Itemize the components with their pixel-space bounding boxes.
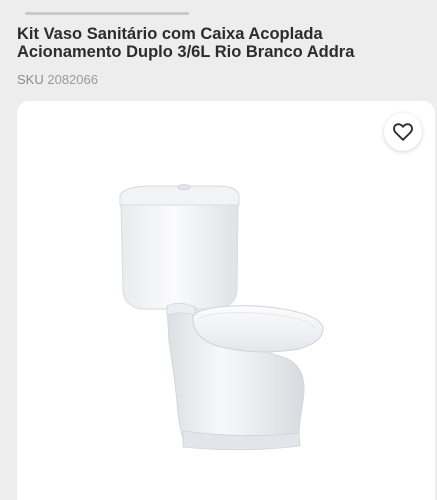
product-image[interactable] — [17, 101, 435, 500]
heart-icon — [393, 123, 413, 141]
favorite-button[interactable] — [384, 113, 422, 151]
sku-line: SKU 2082066 — [17, 72, 98, 87]
sku-value: 2082066 — [47, 72, 98, 87]
sku-label: SKU — [17, 72, 44, 87]
product-page: Kit Vaso Sanitário com Caixa Acoplada Ac… — [0, 0, 437, 500]
top-divider — [25, 12, 189, 15]
product-image-card[interactable] — [17, 101, 435, 500]
product-title: Kit Vaso Sanitário com Caixa Acoplada Ac… — [17, 25, 355, 61]
